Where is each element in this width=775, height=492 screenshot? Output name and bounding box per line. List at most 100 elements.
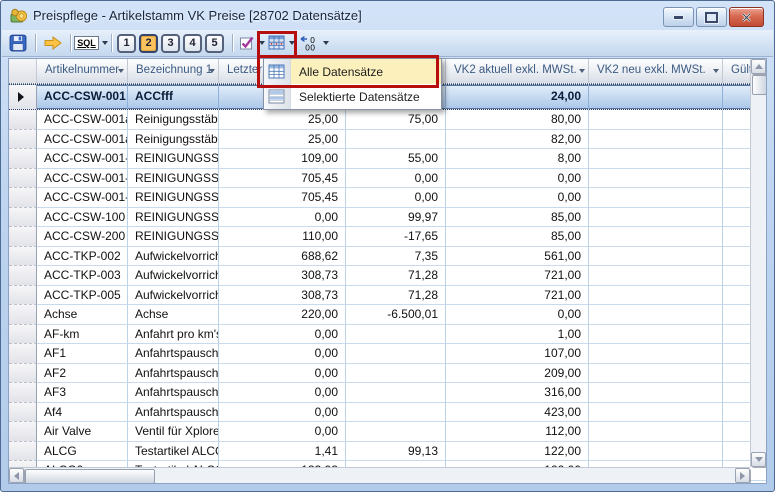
table-row[interactable]: AF3Anfahrtspauschal0,00316,00 <box>9 383 766 403</box>
table-row[interactable]: AF2Anfahrtspauschal0,00209,00 <box>9 364 766 384</box>
table-row[interactable]: ACC-TKP-005Aufwickelvorricht308,7371,287… <box>9 286 766 306</box>
chevron-down-icon <box>323 41 329 45</box>
row-selector[interactable] <box>9 383 37 403</box>
table-row[interactable]: ALCGTestartikel ALCG1,4199,13122,00 <box>9 442 766 462</box>
vertical-scrollbar[interactable] <box>750 59 766 467</box>
sort-caret-icon <box>713 69 719 73</box>
table-row[interactable]: AF-kmAnfahrt pro km's0,001,00 <box>9 325 766 345</box>
save-button[interactable] <box>6 32 30 54</box>
titlebar: Preispflege - Artikelstamm VK Preise [28… <box>1 1 774 30</box>
row-selector[interactable] <box>9 85 37 109</box>
filter-check-button[interactable] <box>238 32 266 54</box>
table-row[interactable]: ACC-CSW-100REINIGUNGSSTÄ0,0099,9785,00 <box>9 208 766 228</box>
column-header-bezeichnung[interactable]: Bezeichnung 1 <box>128 59 219 83</box>
cell: Anfahrt pro km's <box>128 325 219 345</box>
arrow-right-icon <box>740 472 745 480</box>
scroll-down-button[interactable] <box>751 452 766 467</box>
view-button-2[interactable]: 2 <box>139 34 158 53</box>
column-header-vk2-neu[interactable]: VK2 neu exkl. MWSt. <box>589 59 723 83</box>
sort-caret-icon <box>118 69 124 73</box>
maximize-button[interactable] <box>696 7 727 27</box>
cell: Achse <box>128 305 219 325</box>
records-button[interactable] <box>266 32 296 54</box>
cell <box>346 403 446 423</box>
cell: ACC-CSW-001-4 <box>37 188 128 208</box>
table-row[interactable]: ACC-CSW-001aReinigungsstäbch25,0075,0080… <box>9 110 766 130</box>
row-selector[interactable] <box>9 247 37 267</box>
vertical-scroll-thumb[interactable] <box>752 75 767 95</box>
cell <box>589 325 723 345</box>
close-icon <box>741 13 752 22</box>
cell: 220,00 <box>219 305 346 325</box>
cell: 0,00 <box>219 383 346 403</box>
table-row[interactable]: AchseAchse220,00-6.500,010,00 <box>9 305 766 325</box>
cell <box>589 110 723 130</box>
horizontal-scroll-thumb[interactable] <box>25 469 155 484</box>
cell: 110,00 <box>219 227 346 247</box>
forward-button[interactable] <box>41 32 65 54</box>
cell: 0,00 <box>346 188 446 208</box>
scroll-left-button[interactable] <box>9 468 24 483</box>
table-row[interactable]: AF1Anfahrtspauschal0,00107,00 <box>9 344 766 364</box>
cell: REINIGUNGSSTÄ <box>128 149 219 169</box>
cell: ACC-CSW-100 <box>37 208 128 228</box>
row-selector[interactable] <box>9 266 37 286</box>
table-row[interactable]: ACC-CSW-001-3REINIGUNGSSTÄ705,450,000,00 <box>9 169 766 189</box>
cell: ACC-CSW-001-3 <box>37 169 128 189</box>
sql-button[interactable]: SQL <box>76 32 106 54</box>
cell: Air Valve <box>37 422 128 442</box>
menu-item-alle-datensaetze[interactable]: Alle Datensätze <box>264 59 441 84</box>
row-selector[interactable] <box>9 110 37 130</box>
row-selector[interactable] <box>9 149 37 169</box>
cell: Achse <box>37 305 128 325</box>
table-row[interactable]: ACC-CSW-200REINIGUNGSSTÄ110,00-17,6585,0… <box>9 227 766 247</box>
row-selector[interactable] <box>9 325 37 345</box>
row-selector[interactable] <box>9 227 37 247</box>
cell: 0,00 <box>219 422 346 442</box>
view-button-1[interactable]: 1 <box>117 34 136 53</box>
row-selector[interactable] <box>9 305 37 325</box>
view-button-3[interactable]: 3 <box>161 34 180 53</box>
cell <box>346 325 446 345</box>
row-selector[interactable] <box>9 442 37 462</box>
cell: AF3 <box>37 383 128 403</box>
cell <box>589 286 723 306</box>
app-window: Preispflege - Artikelstamm VK Preise [28… <box>0 0 775 492</box>
cell: 55,00 <box>346 149 446 169</box>
menu-item-selektierte-datensaetze[interactable]: Selektierte Datensätze <box>264 84 441 109</box>
table-row[interactable]: ACC-TKP-003Aufwickelvorricht308,7371,287… <box>9 266 766 286</box>
row-selector[interactable] <box>9 403 37 423</box>
table-row[interactable]: Air ValveVentil für Xplorer0,00112,00 <box>9 422 766 442</box>
cell: 308,73 <box>219 286 346 306</box>
cell: 107,00 <box>446 344 589 364</box>
view-button-4[interactable]: 4 <box>183 34 202 53</box>
row-selector[interactable] <box>9 169 37 189</box>
row-selector[interactable] <box>9 422 37 442</box>
row-selector[interactable] <box>9 364 37 384</box>
cell <box>346 422 446 442</box>
column-header-artikelnummer[interactable]: Artikelnummer <box>37 59 128 83</box>
close-button[interactable] <box>729 7 764 27</box>
row-selector[interactable] <box>9 344 37 364</box>
row-selector[interactable] <box>9 208 37 228</box>
table-row[interactable]: ACC-CSW-001a1Reinigungsstäbch25,0082,00 <box>9 130 766 150</box>
table-row[interactable]: Af4Anfahrtspauschal0,00423,00 <box>9 403 766 423</box>
row-selector[interactable] <box>9 286 37 306</box>
sort-caret-icon <box>579 69 585 73</box>
current-row-arrow-icon <box>18 92 24 102</box>
scroll-right-button[interactable] <box>735 468 750 483</box>
horizontal-scrollbar[interactable] <box>9 467 750 483</box>
view-button-5[interactable]: 5 <box>205 34 224 53</box>
column-header-vk2-aktuell[interactable]: VK2 aktuell exkl. MWSt. <box>446 59 589 83</box>
maximize-icon <box>705 12 718 23</box>
table-row[interactable]: ACC-CSW-001-4REINIGUNGSSTÄ705,450,000,00 <box>9 188 766 208</box>
cell: 85,00 <box>446 208 589 228</box>
table-row[interactable]: ACC-CSW-001-1REINIGUNGSSTÄ109,0055,008,0… <box>9 149 766 169</box>
scroll-up-button[interactable] <box>751 59 766 74</box>
row-selector[interactable] <box>9 188 37 208</box>
minimize-button[interactable] <box>663 7 694 27</box>
table-row[interactable]: ACC-TKP-002Aufwickelvorricht688,627,3556… <box>9 247 766 267</box>
cell: 99,13 <box>346 442 446 462</box>
decimal-places-button[interactable]: 0 00 <box>296 32 330 54</box>
row-selector[interactable] <box>9 130 37 150</box>
